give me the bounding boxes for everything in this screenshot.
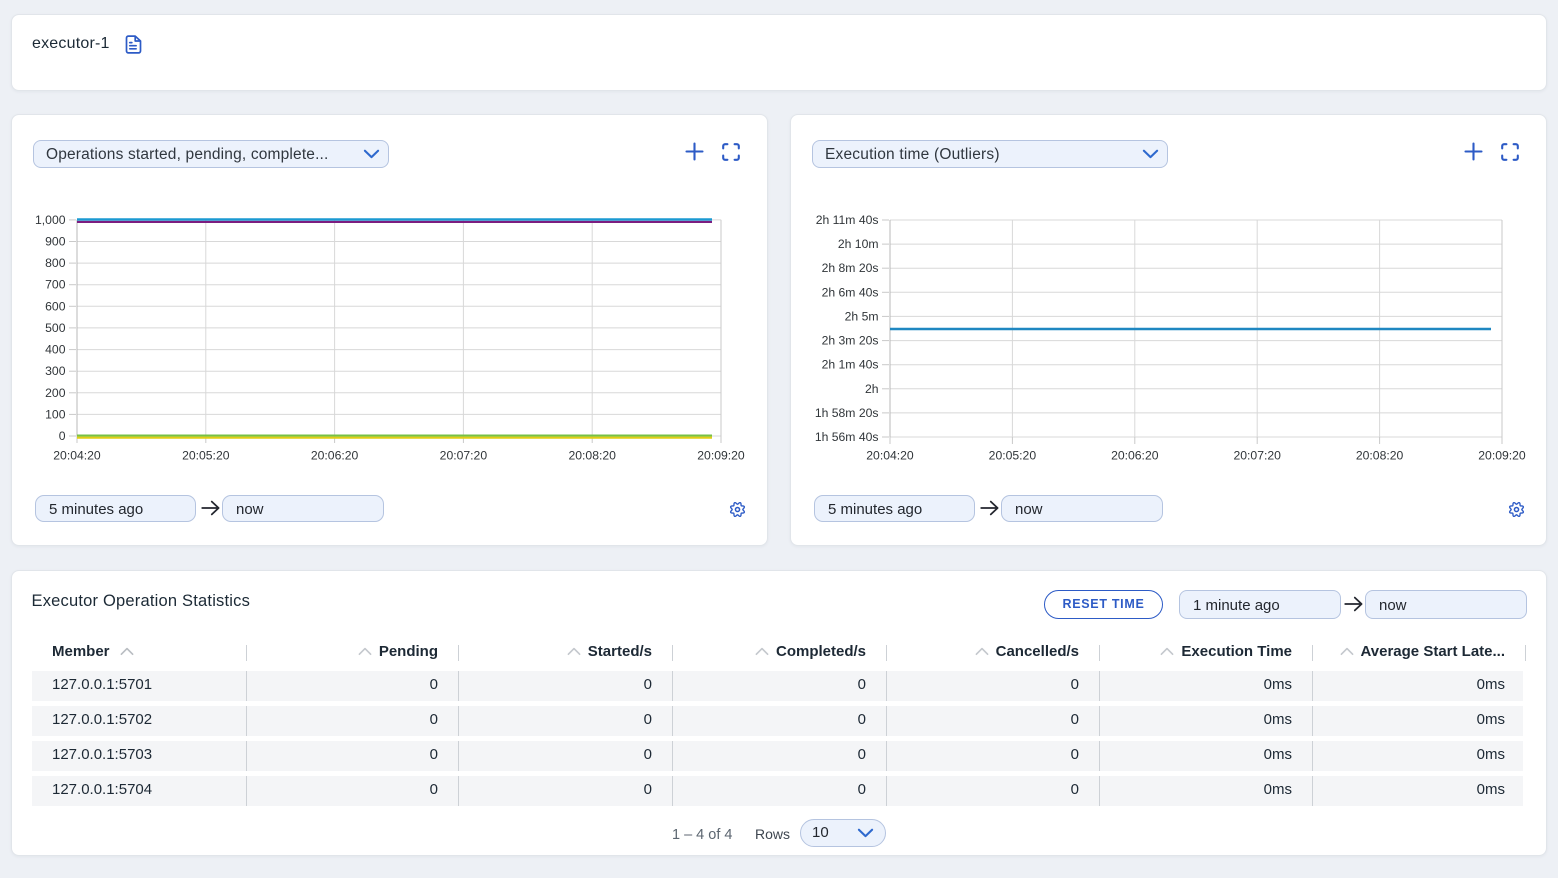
svg-text:20:06:20: 20:06:20 [1111,449,1159,463]
svg-text:2h 6m 40s: 2h 6m 40s [822,285,879,299]
svg-text:300: 300 [45,364,66,378]
svg-text:2h 8m 20s: 2h 8m 20s [822,261,879,275]
svg-text:700: 700 [45,278,66,292]
svg-text:20:09:20: 20:09:20 [697,449,745,463]
svg-text:20:07:20: 20:07:20 [440,449,488,463]
svg-text:20:09:20: 20:09:20 [1478,449,1526,463]
svg-text:0: 0 [59,429,66,443]
svg-text:20:04:20: 20:04:20 [866,449,914,463]
svg-text:200: 200 [45,386,66,400]
svg-text:20:05:20: 20:05:20 [989,449,1037,463]
svg-text:2h 10m: 2h 10m [838,237,879,251]
svg-text:1h 56m 40s: 1h 56m 40s [815,430,879,444]
svg-text:20:05:20: 20:05:20 [182,449,230,463]
svg-text:800: 800 [45,256,66,270]
svg-text:100: 100 [45,407,66,421]
svg-text:2h 11m 40s: 2h 11m 40s [816,213,879,227]
svg-text:600: 600 [45,299,66,313]
svg-text:20:07:20: 20:07:20 [1233,449,1281,463]
svg-text:20:06:20: 20:06:20 [311,449,359,463]
svg-text:1,000: 1,000 [35,213,66,227]
svg-text:20:04:20: 20:04:20 [53,449,101,463]
svg-text:400: 400 [45,343,66,357]
svg-text:2h: 2h [865,382,879,396]
svg-text:2h 5m: 2h 5m [845,309,879,323]
svg-text:20:08:20: 20:08:20 [568,449,616,463]
svg-text:20:08:20: 20:08:20 [1356,449,1404,463]
svg-text:2h 3m 20s: 2h 3m 20s [822,334,879,348]
svg-text:1h 58m 20s: 1h 58m 20s [815,406,879,420]
svg-text:900: 900 [45,235,66,249]
svg-text:500: 500 [45,321,66,335]
svg-text:2h 1m 40s: 2h 1m 40s [822,358,879,372]
